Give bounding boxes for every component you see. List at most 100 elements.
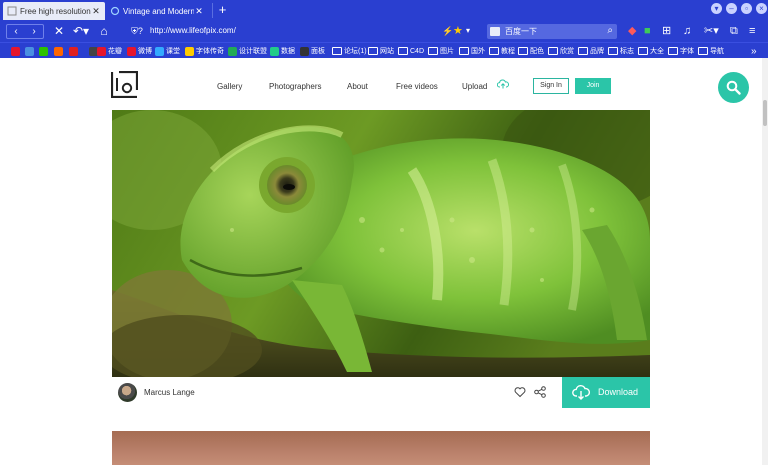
search-icon (726, 80, 741, 95)
back-icon[interactable]: ‹ (7, 25, 25, 38)
avatar[interactable] (118, 383, 137, 402)
flash-icon[interactable]: ⚡ (442, 25, 453, 37)
bookmark-item[interactable]: 大全 (638, 45, 664, 57)
sign-in-button[interactable]: Sign In (533, 78, 569, 94)
chevron-down-icon[interactable]: ▾ (466, 25, 470, 37)
share-icon[interactable] (534, 386, 546, 398)
bookmark-item[interactable]: 教程 (489, 45, 515, 57)
bookmark-item[interactable]: 微博 (127, 45, 152, 57)
search-button[interactable] (718, 72, 749, 103)
user-icon[interactable]: ▾ (711, 3, 722, 14)
photo-footer: Marcus Lange Download (112, 377, 650, 408)
folder-icon (548, 47, 558, 55)
minimize-icon[interactable]: – (726, 3, 737, 14)
bookmark-item[interactable]: 图片 (428, 45, 454, 57)
folder-icon (398, 47, 408, 55)
bookmark-label: 大全 (650, 48, 664, 55)
bookmark-item[interactable]: 花瓣 (97, 45, 122, 57)
nav-about[interactable]: About (347, 82, 368, 91)
bookmark-item[interactable]: 面板 (300, 45, 325, 57)
bookmark-label: 国外 (471, 48, 485, 55)
window-close-icon[interactable]: × (756, 3, 767, 14)
tab-vintage[interactable]: Vintage and Modern Fr... ✕ (106, 2, 208, 20)
restore-icon[interactable]: ▫ (741, 3, 752, 14)
bookmark-item[interactable]: C4D (398, 45, 424, 57)
bookmark-item[interactable]: 标志 (608, 45, 634, 57)
stop-icon (69, 46, 78, 56)
folder-icon (668, 47, 678, 55)
bookmark-item[interactable]: 配色 (518, 45, 544, 57)
app-icon (25, 46, 34, 56)
bookmark-label: 数据 (281, 48, 295, 55)
heart-icon[interactable] (514, 386, 526, 398)
close-icon[interactable]: ✕ (194, 6, 204, 17)
home-icon[interactable]: ⌂ (97, 24, 111, 38)
security-icon[interactable]: ⛨? (125, 24, 149, 38)
bookmark-item[interactable] (54, 45, 65, 57)
bookmark-item[interactable] (25, 45, 36, 57)
font-icon (185, 46, 194, 56)
bookmark-label: 论坛(1) (344, 48, 367, 55)
next-photo[interactable] (112, 431, 650, 465)
forward-icon[interactable]: › (25, 25, 43, 38)
bookmark-item[interactable] (69, 45, 80, 57)
featured-photo[interactable] (112, 110, 650, 377)
bookmark-label: C4D (410, 47, 425, 55)
nav-gallery[interactable]: Gallery (217, 82, 242, 91)
bookmark-item[interactable]: 导航 (698, 45, 724, 57)
lifeofpix-logo[interactable] (111, 71, 138, 98)
star-icon[interactable]: ★ (453, 25, 463, 37)
search-icon[interactable]: ⌕ (607, 25, 613, 36)
bookmark-item[interactable]: 数据 (270, 45, 295, 57)
extension-icon[interactable]: ■ (644, 25, 651, 37)
grid-icon[interactable]: ⊞ (662, 25, 671, 37)
bookmark-label: 字体 (680, 48, 694, 55)
folder-icon (518, 47, 528, 55)
download-button[interactable]: Download (562, 377, 650, 408)
address-bar[interactable]: http://www.lifeofpix.com/ (150, 26, 236, 35)
bookmark-item[interactable] (39, 45, 50, 57)
chameleon-image (112, 110, 650, 377)
browser-search-box[interactable]: 百度一下 ⌕ (487, 24, 617, 39)
bookmark-label: 导航 (710, 48, 724, 55)
bookmark-item[interactable]: 网站 (368, 45, 394, 57)
menu-icon[interactable]: ≡ (749, 25, 755, 37)
nav-photographers[interactable]: Photographers (269, 82, 321, 91)
sound-icon[interactable]: ♫ (683, 25, 691, 37)
undo-icon[interactable]: ↶▾ (72, 24, 90, 38)
nav-free-videos[interactable]: Free videos (396, 82, 438, 91)
page-scrollbar[interactable] (762, 58, 768, 465)
folder-icon (638, 47, 648, 55)
bookmark-item[interactable]: 品牌 (578, 45, 604, 57)
bookmark-item[interactable]: 字体传奇 (185, 45, 224, 57)
bookmark-item[interactable] (11, 45, 22, 57)
bookmarks-overflow-button[interactable]: » (751, 45, 757, 57)
folder-icon (489, 47, 499, 55)
author-name[interactable]: Marcus Lange (144, 388, 195, 397)
bookmark-item[interactable]: 论坛(1) (332, 45, 367, 57)
bookmark-item[interactable]: 字体 (668, 45, 694, 57)
screenshot-icon[interactable]: ⧉ (730, 25, 738, 37)
shield-icon[interactable]: ◆ (628, 25, 636, 37)
sohu-icon (54, 46, 63, 56)
browser-toolbar: ‹ › ✕ ↶▾ ⌂ ⛨? http://www.lifeofpix.com/ … (0, 20, 768, 42)
huaban-icon (97, 46, 106, 56)
nav-upload[interactable]: Upload (462, 82, 487, 91)
bookmark-label: 微博 (138, 48, 152, 55)
bookmark-item[interactable]: 欣赏 (548, 45, 574, 57)
search-engine-icon[interactable] (490, 27, 500, 36)
bookmark-item[interactable]: 设计联盟 (228, 45, 267, 57)
stop-icon[interactable]: ✕ (52, 24, 66, 38)
scrollbar-thumb[interactable] (763, 100, 767, 126)
cloud-upload-icon[interactable] (497, 79, 509, 89)
bookmark-item[interactable]: 国外 (459, 45, 485, 57)
bookmark-item[interactable]: 课堂 (155, 45, 180, 57)
tab-lifeofpix[interactable]: Free high resolution ph... ✕ (3, 2, 105, 20)
close-icon[interactable]: ✕ (91, 6, 101, 17)
new-tab-button[interactable]: + (212, 3, 232, 18)
join-button[interactable]: Join (575, 78, 611, 94)
bookmark-label: 教程 (501, 48, 515, 55)
scissors-icon[interactable]: ✂▾ (704, 25, 719, 37)
page-icon (7, 6, 17, 16)
tab-title: Vintage and Modern Fr... (123, 6, 194, 16)
